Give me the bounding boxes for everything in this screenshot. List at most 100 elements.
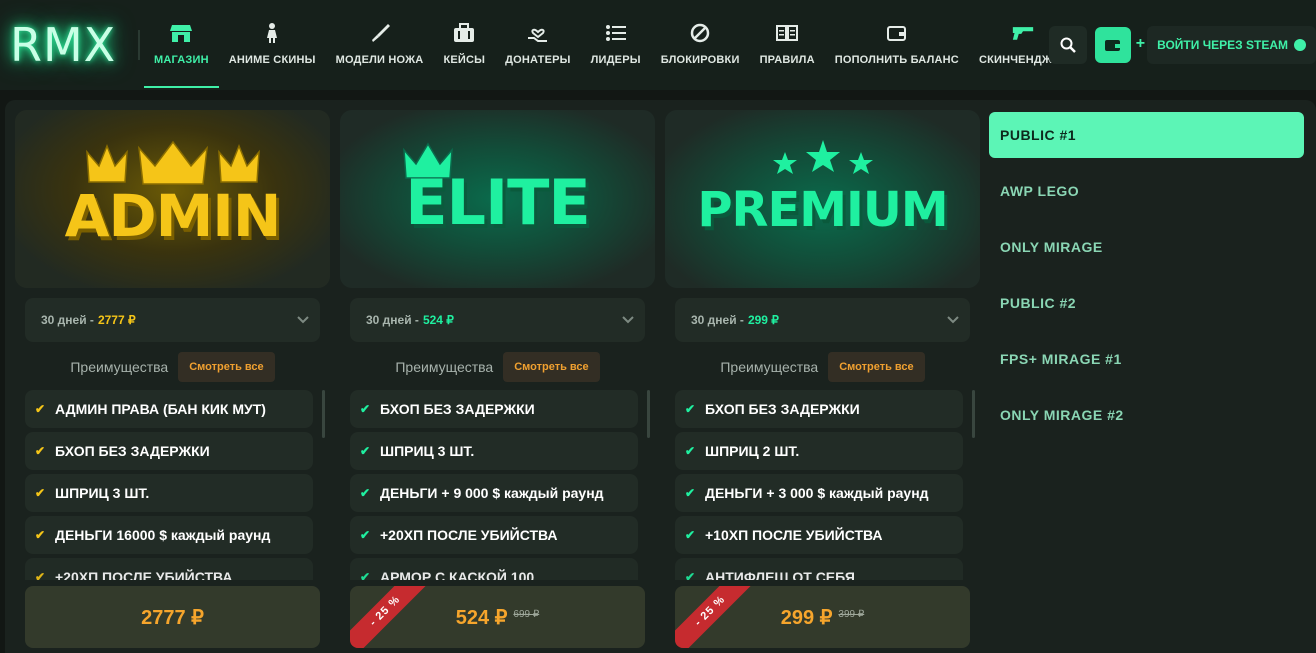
privilege-card-admin: ADMIN 30 дней - 2777 ₽ Преимущества Смот…: [15, 110, 330, 653]
nav-item-cases[interactable]: КЕЙСЫ: [433, 0, 495, 90]
case-icon: [453, 22, 475, 44]
nav-item-top-up[interactable]: ПОПОЛНИТЬ БАЛАНС: [825, 0, 969, 90]
check-icon: ✔: [35, 570, 46, 580]
knife-icon: [369, 22, 391, 44]
feature-text: БХОП БЕЗ ЗАДЕРЖКИ: [55, 443, 210, 459]
buy-price: 299 ₽: [780, 606, 833, 629]
nav-item-bans[interactable]: БЛОКИРОВКИ: [651, 0, 750, 90]
buy-price: 524 ₽: [455, 606, 508, 629]
features-list[interactable]: ✔ АДМИН ПРАВА (БАН КИК МУТ) ✔ БХОП БЕЗ ЗАД…: [25, 390, 325, 580]
card-title: ELITE: [405, 166, 591, 239]
period-price: 2777 ₽: [97, 313, 136, 327]
period-select[interactable]: 30 дней - 2777 ₽: [25, 298, 320, 342]
period-select[interactable]: 30 дней - 524 ₽: [350, 298, 645, 342]
nav-label: ПРАВИЛА: [759, 54, 815, 66]
chevron-down-icon: [622, 316, 634, 324]
nav-item-anime-skins[interactable]: АНИМЕ СКИНЫ: [219, 0, 326, 90]
chevron-down-icon: [947, 316, 959, 324]
nav-item-knife-models[interactable]: МОДЕЛИ НОЖА: [326, 0, 434, 90]
features-scrollbar[interactable]: [322, 390, 325, 438]
server-item-awp-lego[interactable]: AWP LEGO: [989, 168, 1304, 214]
feature-text: +10ХП ПОСЛЕ УБИЙСТВА: [705, 527, 883, 543]
check-icon: ✔: [35, 444, 46, 458]
server-list: PUBLIC #1 AWP LEGO ONLY MIRAGE PUBLIC #2…: [989, 112, 1304, 448]
feature-text: БХОП БЕЗ ЗАДЕРЖКИ: [705, 401, 860, 417]
nav-item-donaters[interactable]: ДОНАТЕРЫ: [495, 0, 581, 90]
check-icon: ✔: [35, 486, 46, 500]
feature-item: ✔ +10ХП ПОСЛЕ УБИЙСТВА: [675, 516, 963, 554]
feature-text: +20ХП ПОСЛЕ УБИЙСТВА: [55, 569, 233, 580]
nav-label: БЛОКИРОВКИ: [660, 54, 740, 66]
period-text: 30 дней -: [41, 313, 94, 327]
nav-item-shop[interactable]: МАГАЗИН: [144, 0, 219, 90]
figure-icon: [261, 22, 283, 44]
nav-label: АНИМЕ СКИНЫ: [228, 54, 316, 66]
period-select[interactable]: 30 дней - 299 ₽: [675, 298, 970, 342]
server-item-public-2[interactable]: PUBLIC #2: [989, 280, 1304, 326]
see-all-button[interactable]: Смотреть все: [828, 352, 925, 382]
feature-item: ✔ +20ХП ПОСЛЕ УБИЙСТВА: [350, 516, 638, 554]
advantages-label: Преимущества: [720, 359, 819, 375]
feature-text: +20ХП ПОСЛЕ УБИЙСТВА: [380, 527, 558, 543]
buy-button[interactable]: - 25 % 524 ₽ 699 ₽: [350, 586, 645, 648]
feature-item: ✔ ДЕНЬГИ 16000 $ каждый раунд: [25, 516, 313, 554]
check-icon: ✔: [685, 528, 696, 542]
feature-item: ✔ ДЕНЬГИ + 9 000 $ каждый раунд: [350, 474, 638, 512]
nav-item-rules[interactable]: ПРАВИЛА: [750, 0, 825, 90]
feature-text: БХОП БЕЗ ЗАДЕРЖКИ: [380, 401, 535, 417]
nav-label: КЕЙСЫ: [443, 54, 486, 66]
stars-icon: [773, 140, 873, 174]
feature-text: ДЕНЬГИ 16000 $ каждый раунд: [55, 527, 271, 543]
buy-button[interactable]: - 25 % 299 ₽ 399 ₽: [675, 586, 970, 648]
server-item-fps-mirage-1[interactable]: FPS+ MIRAGE #1: [989, 336, 1304, 382]
shop-icon: [170, 22, 193, 44]
feature-text: АДМИН ПРАВА (БАН КИК МУТ): [55, 401, 266, 417]
check-icon: ✔: [685, 402, 696, 416]
check-icon: ✔: [360, 528, 371, 542]
check-icon: ✔: [360, 444, 371, 458]
old-price: 399 ₽: [838, 608, 865, 620]
card-title: ADMIN: [64, 182, 282, 250]
see-all-button[interactable]: Смотреть все: [178, 352, 275, 382]
check-icon: ✔: [685, 444, 696, 458]
feature-item: ✔ ШПРИЦ 2 ШТ.: [675, 432, 963, 470]
server-item-public-1[interactable]: PUBLIC #1: [989, 112, 1304, 158]
features-list[interactable]: ✔ БХОП БЕЗ ЗАДЕРЖКИ ✔ ШПРИЦ 3 ШТ. ✔ ДЕНЬГИ …: [350, 390, 650, 580]
nav-item-leaders[interactable]: ЛИДЕРЫ: [581, 0, 651, 90]
nav-label: ЛИДЕРЫ: [590, 54, 641, 66]
feature-item: ✔ ШПРИЦ 3 ШТ.: [350, 432, 638, 470]
feature-text: ШПРИЦ 3 ШТ.: [380, 443, 475, 459]
features-scrollbar[interactable]: [972, 390, 975, 438]
gun-icon: [1012, 22, 1034, 44]
check-icon: ✔: [35, 402, 46, 416]
period-price: 524 ₽: [422, 313, 454, 327]
header-actions: + ВОЙТИ ЧЕРЕЗ STEAM: [1049, 26, 1316, 64]
feature-text: ДЕНЬГИ + 3 000 $ каждый раунд: [705, 485, 929, 501]
period-price: 299 ₽: [747, 313, 779, 327]
server-item-only-mirage-2[interactable]: ONLY MIRAGE #2: [989, 392, 1304, 438]
features-list[interactable]: ✔ БХОП БЕЗ ЗАДЕРЖКИ ✔ ШПРИЦ 2 ШТ. ✔ ДЕНЬГИ …: [675, 390, 975, 580]
features-scrollbar[interactable]: [647, 390, 650, 438]
feature-item: ✔ БХОП БЕЗ ЗАДЕРЖКИ: [25, 432, 313, 470]
steam-login-button[interactable]: ВОЙТИ ЧЕРЕЗ STEAM: [1147, 26, 1316, 64]
check-icon: ✔: [35, 528, 46, 542]
search-button[interactable]: [1049, 26, 1088, 64]
server-item-only-mirage[interactable]: ONLY MIRAGE: [989, 224, 1304, 270]
balance-button[interactable]: +: [1095, 27, 1145, 63]
discount-ribbon: - 25 %: [350, 586, 432, 648]
feature-text: АРМОР С КАСКОЙ 100: [380, 569, 535, 580]
feature-text: АНТИФЛЕШ ОТ СЕБЯ: [705, 569, 855, 580]
advantages-label: Преимущества: [70, 359, 169, 375]
feature-item: ✔ ДЕНЬГИ + 3 000 $ каждый раунд: [675, 474, 963, 512]
buy-price: 2777 ₽: [141, 606, 204, 629]
check-icon: ✔: [360, 402, 371, 416]
site-logo[interactable]: RMX: [10, 18, 116, 72]
buy-button[interactable]: 2777 ₽: [25, 586, 320, 648]
privilege-card-elite: ELITE 30 дней - 524 ₽ Преимущества Смотр…: [340, 110, 655, 653]
advantages-row: Преимущества Смотреть все: [675, 352, 970, 382]
search-icon: [1060, 37, 1076, 53]
crowns-icon: [86, 140, 260, 185]
see-all-button[interactable]: Смотреть все: [503, 352, 600, 382]
feature-item: ✔ БХОП БЕЗ ЗАДЕРЖКИ: [350, 390, 638, 428]
advantages-row: Преимущества Смотреть все: [350, 352, 645, 382]
